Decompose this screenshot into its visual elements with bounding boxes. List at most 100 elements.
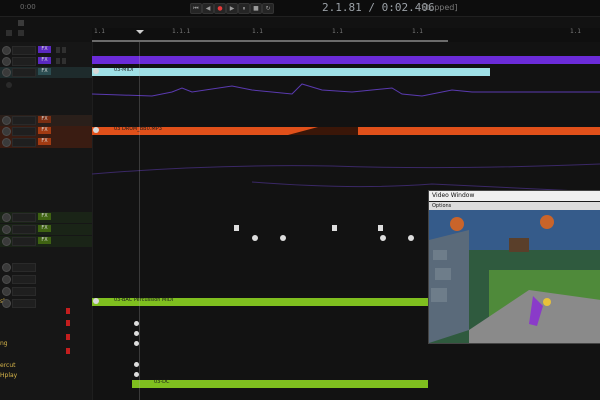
track-name-box[interactable] bbox=[12, 263, 36, 272]
volume-knob[interactable] bbox=[2, 68, 11, 77]
track-header[interactable]: FX bbox=[0, 236, 92, 247]
note-marker-icon bbox=[252, 235, 258, 241]
ruler-marker: 1.1 bbox=[252, 28, 263, 35]
media-item-midi[interactable]: 03-MIDI bbox=[92, 67, 490, 76]
volume-knob[interactable] bbox=[2, 46, 11, 55]
fx-button[interactable]: FX bbox=[38, 116, 51, 123]
track-name-box[interactable] bbox=[12, 213, 36, 222]
track-header[interactable]: FX bbox=[0, 212, 92, 223]
note-marker-icon bbox=[280, 235, 286, 241]
item-handle-icon[interactable] bbox=[93, 127, 99, 133]
volume-knob[interactable] bbox=[2, 213, 11, 222]
track-header[interactable]: FX bbox=[0, 137, 92, 148]
go-to-start-button[interactable]: ⏮ bbox=[190, 3, 202, 14]
note-marker-icon bbox=[380, 235, 386, 241]
env-icon[interactable] bbox=[6, 30, 12, 36]
video-window-title[interactable]: Video Window bbox=[429, 191, 600, 201]
track-header[interactable]: FX bbox=[0, 45, 92, 56]
track-label: ercut bbox=[0, 362, 16, 369]
track-name-box[interactable] bbox=[12, 57, 36, 66]
volume-knob[interactable] bbox=[2, 57, 11, 66]
track-header[interactable] bbox=[0, 262, 92, 273]
fx-button[interactable]: FX bbox=[38, 225, 51, 232]
go-start-alt-button[interactable]: ◀ bbox=[202, 3, 214, 14]
video-window[interactable]: Video Window Options bbox=[428, 190, 600, 344]
track-label: Hplay bbox=[0, 372, 18, 379]
track-header[interactable] bbox=[0, 286, 92, 297]
track-name-box[interactable] bbox=[12, 68, 36, 77]
media-item-percussion[interactable]: 03-BAC Percussion MIDI bbox=[92, 297, 428, 306]
fx-button[interactable]: FX bbox=[38, 57, 51, 64]
volume-knob[interactable] bbox=[2, 299, 11, 308]
record-button[interactable]: ● bbox=[214, 3, 226, 14]
transport-status: [Stopped] bbox=[418, 3, 458, 12]
mute-button[interactable] bbox=[56, 58, 60, 64]
ruler-marker: 1.1 bbox=[412, 28, 423, 35]
track-name-box[interactable] bbox=[12, 138, 36, 147]
video-window-options-menu[interactable]: Options bbox=[429, 202, 600, 210]
envelope-lane[interactable] bbox=[92, 80, 600, 104]
track-name-box[interactable] bbox=[12, 299, 36, 308]
record-arm-button[interactable] bbox=[66, 308, 70, 314]
volume-knob[interactable] bbox=[2, 275, 11, 284]
waveform-lane bbox=[92, 163, 600, 193]
play-button[interactable]: ▶ bbox=[226, 3, 238, 14]
track-name-box[interactable] bbox=[12, 275, 36, 284]
volume-knob[interactable] bbox=[2, 116, 11, 125]
ruler-marker: 1.1.1 bbox=[172, 28, 191, 35]
loop-button[interactable]: ↻ bbox=[262, 3, 274, 14]
item-handle-icon[interactable] bbox=[93, 68, 99, 74]
track-header[interactable]: FX bbox=[0, 126, 92, 137]
fx-button[interactable]: FX bbox=[38, 68, 51, 75]
env-knob[interactable] bbox=[6, 82, 12, 88]
media-item-synth[interactable] bbox=[92, 56, 600, 64]
track-name-box[interactable] bbox=[12, 237, 36, 246]
mute-button[interactable] bbox=[56, 47, 60, 53]
track-name-box[interactable] bbox=[12, 225, 36, 234]
item-handle-icon[interactable] bbox=[93, 298, 99, 304]
fx-button[interactable]: FX bbox=[38, 46, 51, 53]
note-marker-icon bbox=[234, 225, 239, 231]
volume-knob[interactable] bbox=[2, 225, 11, 234]
solo-button[interactable] bbox=[62, 58, 66, 64]
media-item-bottom[interactable]: 03-DC bbox=[132, 379, 428, 388]
record-arm-button[interactable] bbox=[66, 348, 70, 354]
record-arm-button[interactable] bbox=[66, 334, 70, 340]
track-name-box[interactable] bbox=[12, 116, 36, 125]
pause-button[interactable]: ⏸ bbox=[238, 3, 250, 14]
game-scene-image bbox=[429, 210, 600, 343]
note-marker-icon bbox=[408, 235, 414, 241]
fx-button[interactable]: FX bbox=[38, 127, 51, 134]
track-label: ng bbox=[0, 340, 8, 347]
fx-button[interactable]: FX bbox=[38, 213, 51, 220]
track-name-box[interactable] bbox=[12, 127, 36, 136]
volume-knob[interactable] bbox=[2, 237, 11, 246]
track-name-box[interactable] bbox=[12, 46, 36, 55]
solo-button[interactable] bbox=[62, 47, 66, 53]
note-marker-icon bbox=[378, 225, 383, 231]
audio-fade-shape bbox=[288, 127, 358, 135]
grid-icon[interactable] bbox=[18, 20, 24, 26]
track-name-box[interactable] bbox=[12, 287, 36, 296]
track-header[interactable]: FX bbox=[0, 224, 92, 235]
track-header[interactable]: FX bbox=[0, 56, 92, 67]
volume-knob[interactable] bbox=[2, 138, 11, 147]
track-header[interactable] bbox=[0, 274, 92, 285]
fx-button[interactable]: FX bbox=[38, 237, 51, 244]
volume-knob[interactable] bbox=[2, 287, 11, 296]
track-control-panel: FX FX FX FX FX FX go ey er sh ng ercut H… bbox=[0, 42, 93, 400]
video-frame bbox=[429, 210, 600, 343]
volume-knob[interactable] bbox=[2, 263, 11, 272]
track-header[interactable] bbox=[0, 298, 92, 309]
playhead-marker[interactable] bbox=[136, 30, 144, 34]
fx-button[interactable]: FX bbox=[38, 138, 51, 145]
track-header[interactable]: FX bbox=[0, 67, 92, 78]
playhead-line bbox=[139, 42, 140, 400]
track-header[interactable]: FX bbox=[0, 115, 92, 126]
route-icon[interactable] bbox=[18, 30, 24, 36]
stop-button[interactable]: ■ bbox=[250, 3, 262, 14]
volume-knob[interactable] bbox=[2, 127, 11, 136]
record-arm-button[interactable] bbox=[66, 320, 70, 326]
version-label: 0:00 bbox=[20, 3, 36, 11]
note-marker-icon bbox=[332, 225, 337, 231]
